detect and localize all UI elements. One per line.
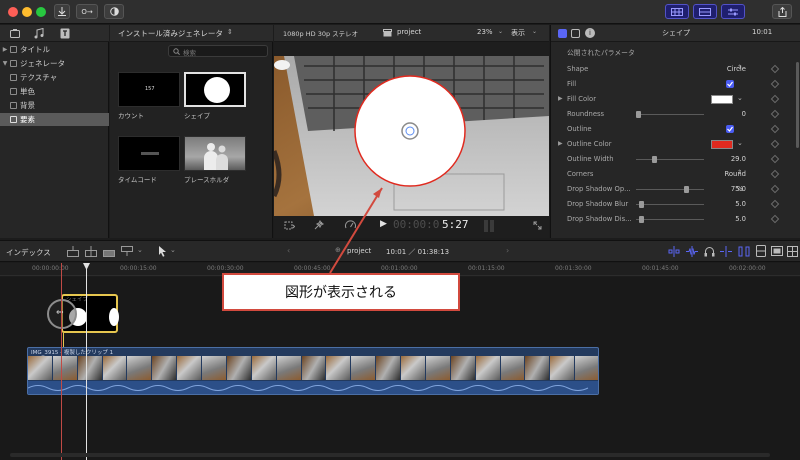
annotation-callout: 図形が表示される — [222, 273, 460, 311]
annotation-arrow — [329, 187, 383, 274]
callout-text: 図形が表示される — [285, 285, 397, 301]
